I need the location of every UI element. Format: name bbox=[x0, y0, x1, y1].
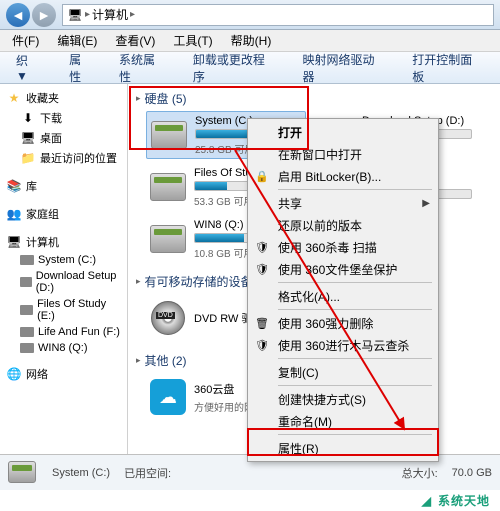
ctx-360-force-delete[interactable]: 🗑使用 360强力删除 bbox=[250, 312, 436, 334]
separator bbox=[278, 434, 432, 435]
separator bbox=[278, 282, 432, 283]
dvd-icon: DVD bbox=[148, 298, 188, 338]
sidebar-drive-f[interactable]: Life And Fun (F:) bbox=[0, 324, 127, 340]
drive-icon bbox=[20, 305, 33, 315]
drive-icon bbox=[20, 277, 32, 287]
ctx-share[interactable]: 共享▶ bbox=[250, 192, 436, 214]
chevron-right-icon: ▶ bbox=[422, 198, 430, 209]
sidebar-favorites-header[interactable]: ★ 收藏夹 bbox=[0, 88, 127, 108]
ctx-bitlocker[interactable]: 🔒启用 BitLocker(B)... bbox=[250, 165, 436, 187]
drive-icon bbox=[20, 255, 34, 265]
context-menu: 打开 在新窗口中打开 🔒启用 BitLocker(B)... 共享▶ 还原以前的… bbox=[247, 118, 439, 462]
hdd-icon bbox=[8, 461, 38, 485]
desktop-icon: 🖥 bbox=[20, 130, 36, 146]
system-properties-button[interactable]: 系统属性 bbox=[109, 47, 177, 89]
separator bbox=[278, 309, 432, 310]
separator bbox=[278, 358, 432, 359]
status-drive-name: System (C:) bbox=[52, 467, 110, 479]
drive-icon bbox=[20, 327, 34, 337]
drive-icon bbox=[20, 343, 34, 353]
sidebar-item-recent[interactable]: 📁最近访问的位置 bbox=[0, 148, 127, 168]
watermark: ◢ 系统天地 bbox=[0, 490, 500, 511]
chevron-right-icon: ▸ bbox=[130, 9, 135, 20]
section-hdd-header[interactable]: ▸硬盘 (5) bbox=[132, 88, 500, 109]
chevron-right-icon: ▸ bbox=[85, 9, 90, 20]
properties-button[interactable]: 属性 bbox=[59, 47, 103, 89]
breadcrumb[interactable]: 🖥 ▸ 计算机 ▸ bbox=[62, 4, 494, 26]
shield-icon: 🛡 bbox=[254, 261, 270, 277]
library-icon: 📚 bbox=[6, 178, 22, 194]
ctx-copy[interactable]: 复制(C) bbox=[250, 361, 436, 383]
sidebar: ★ 收藏夹 ⬇下载 🖥桌面 📁最近访问的位置 📚库 👥家庭组 🖥计算机 Syst… bbox=[0, 84, 128, 489]
ctx-format[interactable]: 格式化(A)... bbox=[250, 285, 436, 307]
separator bbox=[278, 385, 432, 386]
sidebar-favorites-label: 收藏夹 bbox=[26, 90, 59, 106]
sidebar-network-header[interactable]: 🌐网络 bbox=[0, 364, 127, 384]
sidebar-drive-d[interactable]: Download Setup (D:) bbox=[0, 268, 127, 296]
lock-icon: 🔒 bbox=[254, 168, 270, 184]
control-panel-button[interactable]: 打开控制面板 bbox=[402, 47, 494, 89]
sidebar-item-desktop[interactable]: 🖥桌面 bbox=[0, 128, 127, 148]
shield-icon: 🛡 bbox=[254, 337, 270, 353]
network-icon: 🌐 bbox=[6, 366, 22, 382]
cloud-icon: ☁ bbox=[148, 377, 188, 417]
ctx-restore-versions[interactable]: 还原以前的版本 bbox=[250, 214, 436, 236]
ctx-360-scan[interactable]: 🛡使用 360杀毒 扫描 bbox=[250, 236, 436, 258]
ctx-open[interactable]: 打开 bbox=[250, 121, 436, 143]
sidebar-libraries-header[interactable]: 📚库 bbox=[0, 176, 127, 196]
star-icon: ★ bbox=[6, 90, 22, 106]
hdd-icon bbox=[148, 219, 188, 259]
ctx-open-new-window[interactable]: 在新窗口中打开 bbox=[250, 143, 436, 165]
nav-back-button[interactable]: ◄ bbox=[6, 3, 30, 27]
sidebar-homegroup-header[interactable]: 👥家庭组 bbox=[0, 204, 127, 224]
ctx-360-fortress[interactable]: 🛡使用 360文件堡垒保护 bbox=[250, 258, 436, 280]
hdd-icon bbox=[148, 167, 188, 207]
separator bbox=[278, 189, 432, 190]
shield-icon: 🛡 bbox=[254, 239, 270, 255]
uninstall-button[interactable]: 卸载或更改程序 bbox=[183, 47, 287, 89]
hdd-icon bbox=[149, 115, 189, 155]
ctx-rename[interactable]: 重命名(M) bbox=[250, 410, 436, 432]
trash-icon: 🗑 bbox=[254, 315, 270, 331]
computer-icon: 🖥 bbox=[67, 7, 83, 23]
nav-forward-button[interactable]: ► bbox=[32, 3, 56, 27]
computer-icon: 🖥 bbox=[6, 234, 22, 250]
sidebar-drive-c[interactable]: System (C:) bbox=[0, 252, 127, 268]
sidebar-drive-q[interactable]: WIN8 (Q:) bbox=[0, 340, 127, 356]
triangle-down-icon: ▸ bbox=[136, 276, 141, 287]
triangle-down-icon: ▸ bbox=[136, 93, 141, 104]
map-drive-button[interactable]: 映射网络驱动器 bbox=[293, 47, 397, 89]
triangle-down-icon: ▸ bbox=[136, 355, 141, 366]
download-icon: ⬇ bbox=[20, 110, 36, 126]
homegroup-icon: 👥 bbox=[6, 206, 22, 222]
breadcrumb-label: 计算机 bbox=[92, 6, 128, 23]
ctx-360-trojan-scan[interactable]: 🛡使用 360进行木马云查杀 bbox=[250, 334, 436, 356]
recent-icon: 📁 bbox=[20, 150, 36, 166]
sidebar-drive-e[interactable]: Files Of Study (E:) bbox=[0, 296, 127, 324]
status-total-value: 70.0 GB bbox=[452, 467, 492, 479]
ctx-properties[interactable]: 属性(R) bbox=[250, 437, 436, 459]
sidebar-item-downloads[interactable]: ⬇下载 bbox=[0, 108, 127, 128]
status-used-label: 已用空间: bbox=[124, 465, 171, 481]
sidebar-computer-header[interactable]: 🖥计算机 bbox=[0, 232, 127, 252]
status-total-label: 总大小: bbox=[402, 465, 438, 481]
ctx-create-shortcut[interactable]: 创建快捷方式(S) bbox=[250, 388, 436, 410]
organize-button[interactable]: 织 ▼ bbox=[6, 48, 53, 87]
